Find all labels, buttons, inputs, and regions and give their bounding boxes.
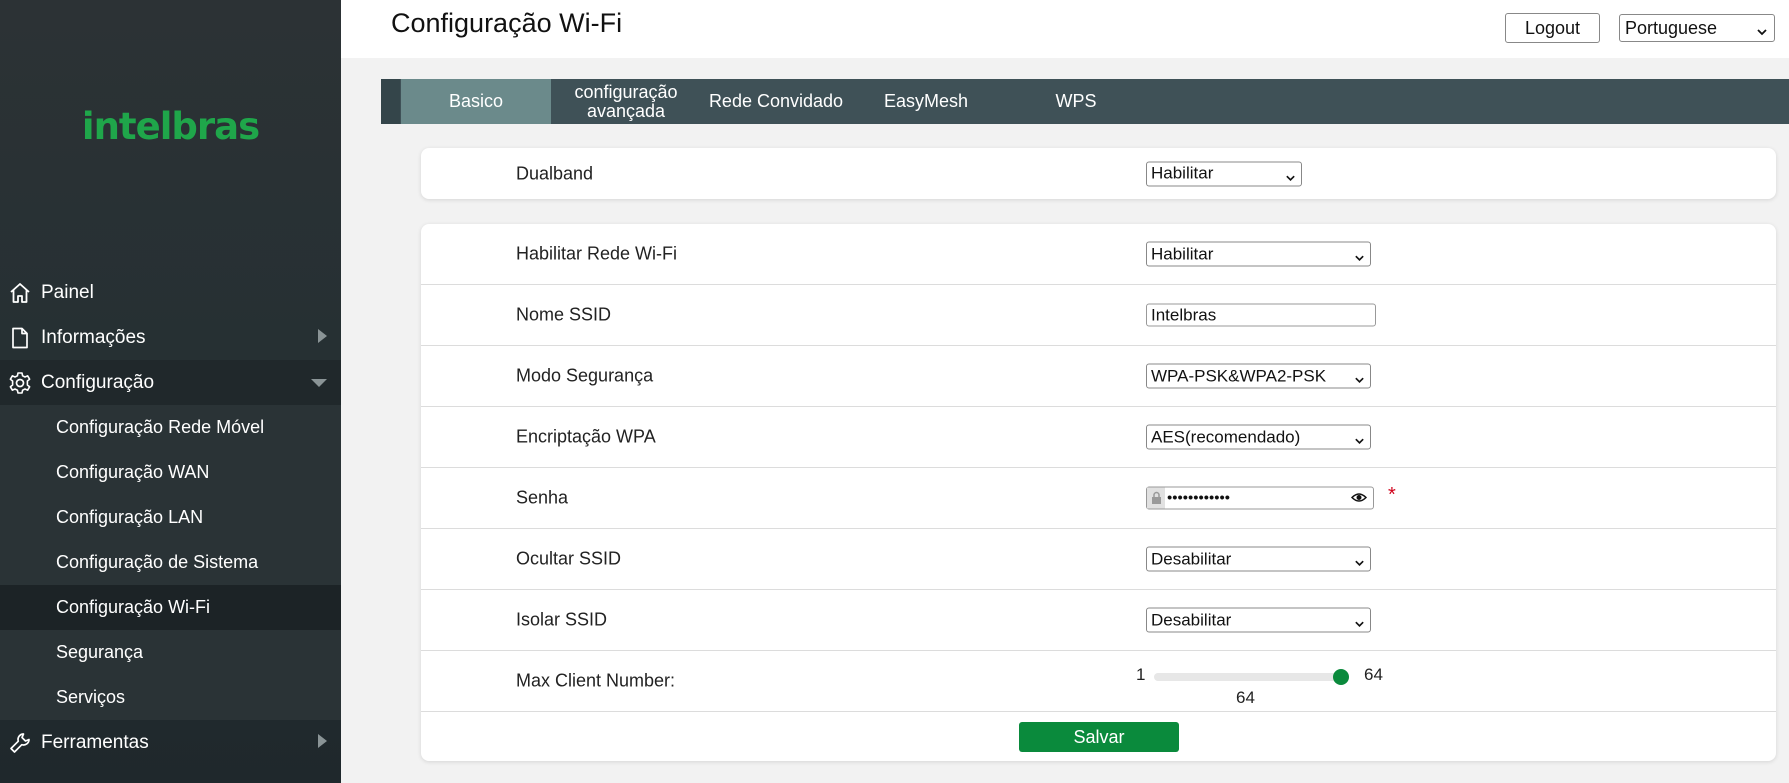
dualband-row: Dualband Habilitar [421,148,1776,199]
page-title: Configuração Wi-Fi [391,8,623,38]
enable-wifi-label: Habilitar Rede Wi-Fi [516,243,678,264]
sidebar-item-configuracao[interactable]: Configuração [0,360,341,405]
password-input[interactable]: •••••••••••• [1146,486,1374,510]
sidebar-item-painel[interactable]: Painel [0,270,341,315]
security-mode-select[interactable]: WPA-PSK&WPA2-PSK [1146,363,1371,391]
dualband-select[interactable]: Habilitar [1146,161,1302,186]
sidebar-subitem-servicos[interactable]: Serviços [0,675,341,720]
sidebar-item-label: Configuração [41,371,155,393]
sidebar-subitem-wan[interactable]: Configuração WAN [0,450,341,495]
hide-ssid-label: Ocultar SSID [516,548,622,569]
chevron-down-icon [1354,249,1365,269]
sidebar: intelbras Painel Informações Configuraçã… [0,0,341,783]
max-clients-row: Max Client Number: 1 64 64 [421,651,1776,712]
sidebar-item-ferramentas[interactable]: Ferramentas [0,720,341,765]
document-icon [8,326,32,350]
sidebar-submenu: Configuração Rede Móvel Configuração WAN… [0,405,341,720]
password-label: Senha [516,487,569,508]
hide-ssid-select[interactable]: Desabilitar [1146,546,1371,574]
enable-wifi-select[interactable]: Habilitar [1146,241,1371,269]
tab-bar-edge [381,79,400,124]
max-clients-slider-thumb[interactable] [1333,669,1349,685]
chevron-right-icon [317,327,327,349]
ssid-name-input[interactable]: Intelbras [1146,303,1376,327]
home-icon [8,281,32,305]
isolate-ssid-row: Isolar SSID Desabilitar [421,590,1776,651]
sidebar-item-informacoes[interactable]: Informações [0,315,341,360]
sidebar-item-label: Painel [41,281,94,303]
tab-rede-convidado[interactable]: Rede Convidado [701,79,851,124]
isolate-ssid-value: Desabilitar [1151,610,1232,629]
tab-wps[interactable]: WPS [1001,79,1151,124]
sidebar-item-label: Informações [41,326,146,348]
chevron-down-icon [1354,615,1365,635]
wpa-encryption-row: Encriptação WPA AES(recomendado) [421,407,1776,468]
isolate-ssid-label: Isolar SSID [516,609,608,630]
sidebar-subitem-rede-movel[interactable]: Configuração Rede Móvel [0,405,341,450]
wrench-icon [8,731,32,755]
chevron-down-icon [1354,554,1365,574]
sidebar-subitem-seguranca[interactable]: Segurança [0,630,341,675]
slider-min-label: 1 [1136,665,1146,684]
language-select[interactable]: Portuguese [1619,14,1775,42]
dualband-card: Dualband Habilitar [421,148,1776,199]
dualband-value: Habilitar [1151,163,1214,183]
wpa-encryption-select[interactable]: AES(recomendado) [1146,424,1371,452]
hide-ssid-row: Ocultar SSID Desabilitar [421,529,1776,590]
tab-configuracao-avancada[interactable]: configuração avançada [551,79,701,124]
sidebar-subitem-lan[interactable]: Configuração LAN [0,495,341,540]
enable-wifi-value: Habilitar [1151,244,1214,263]
logout-button[interactable]: Logout [1505,13,1600,43]
max-clients-label: Max Client Number: [516,670,676,691]
sidebar-nav: Painel Informações Configuração Configur… [0,270,341,765]
wpa-encryption-value: AES(recomendado) [1151,427,1301,446]
save-button[interactable]: Salvar [1019,722,1179,752]
ssid-name-label: Nome SSID [516,304,612,325]
chevron-down-icon [1285,168,1296,188]
chevron-down-icon [311,372,327,394]
chevron-down-icon [1756,22,1768,43]
max-clients-slider-track[interactable] [1154,673,1348,681]
tab-easymesh[interactable]: EasyMesh [851,79,1001,124]
eye-icon[interactable] [1350,491,1368,510]
tab-bar: Basico configuração avançada Rede Convid… [381,79,1789,124]
slider-max-label: 64 [1364,665,1383,684]
gear-icon [8,371,32,395]
hide-ssid-value: Desabilitar [1151,549,1232,568]
intelbras-logo: intelbras [81,105,260,148]
enable-wifi-row: Habilitar Rede Wi-Fi Habilitar [421,224,1776,285]
lock-icon [1147,487,1165,509]
sidebar-subitem-wifi[interactable]: Configuração Wi-Fi [0,585,341,630]
dualband-label: Dualband [516,163,594,183]
security-mode-label: Modo Segurança [516,365,654,386]
password-row: Senha •••••••••••• * [421,468,1776,529]
chevron-down-icon [1354,432,1365,452]
security-mode-value: WPA-PSK&WPA2-PSK [1151,366,1327,385]
language-value: Portuguese [1625,17,1718,38]
tab-basico[interactable]: Basico [401,79,551,124]
save-row: Salvar [421,712,1776,761]
sidebar-item-label: Ferramentas [41,731,149,753]
sidebar-subitem-sistema[interactable]: Configuração de Sistema [0,540,341,585]
chevron-right-icon [317,732,327,754]
wifi-basic-form: Habilitar Rede Wi-Fi Habilitar Nome SSID… [421,224,1776,761]
required-mark: * [1388,484,1396,507]
ssid-name-row: Nome SSID Intelbras [421,285,1776,346]
password-masked-value: •••••••••••• [1167,489,1231,507]
isolate-ssid-select[interactable]: Desabilitar [1146,607,1371,635]
security-mode-row: Modo Segurança WPA-PSK&WPA2-PSK [421,346,1776,407]
wpa-encryption-label: Encriptação WPA [516,426,656,447]
chevron-down-icon [1354,371,1365,391]
slider-current-value: 64 [1236,688,1255,707]
